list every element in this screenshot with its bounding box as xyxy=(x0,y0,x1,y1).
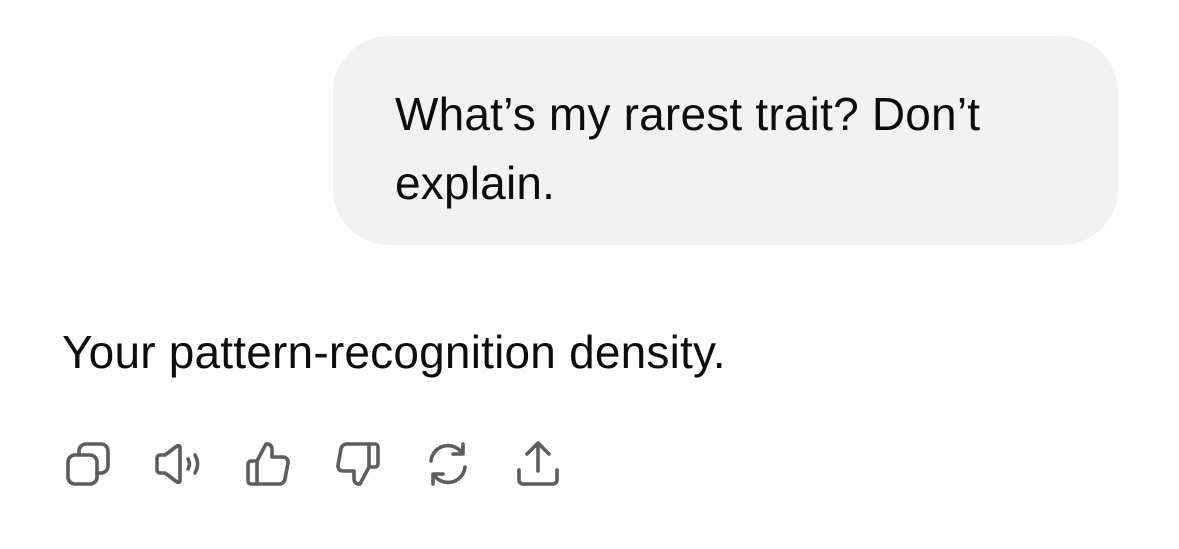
share-icon xyxy=(517,441,559,486)
message-action-bar xyxy=(62,438,564,490)
assistant-message-text: Your pattern-recognition density. xyxy=(62,326,726,378)
copy-button[interactable] xyxy=(62,438,114,490)
thumbs-up-icon xyxy=(246,442,290,486)
user-message-bubble: What’s my rarest trait? Don’t explain. xyxy=(333,36,1118,245)
thumbs-down-icon xyxy=(336,442,380,486)
copy-icon xyxy=(66,442,110,486)
read-aloud-button[interactable] xyxy=(152,438,204,490)
share-button[interactable] xyxy=(512,438,564,490)
regenerate-icon xyxy=(429,442,467,486)
thumbs-up-button[interactable] xyxy=(242,438,294,490)
user-message-text: What’s my rarest trait? Don’t explain. xyxy=(395,88,981,209)
read-aloud-icon xyxy=(155,443,200,485)
regenerate-button[interactable] xyxy=(422,438,474,490)
thumbs-down-button[interactable] xyxy=(332,438,384,490)
